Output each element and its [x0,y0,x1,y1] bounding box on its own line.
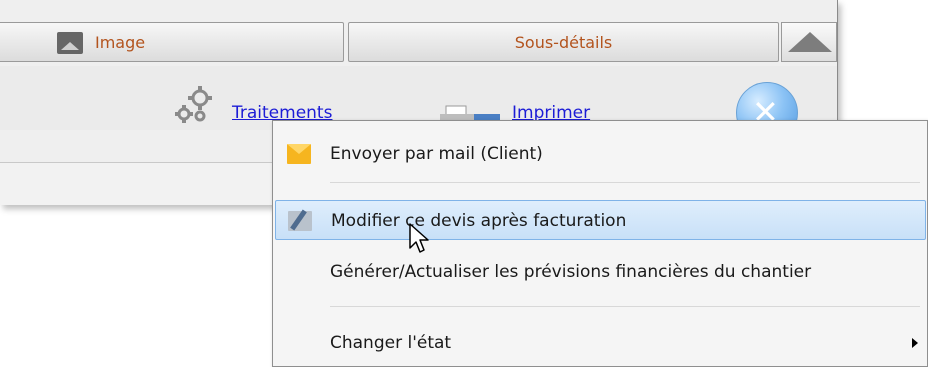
menu-item-label: Envoyer par mail (Client) [330,144,543,164]
tab-bar: Image Sous-détails [0,18,837,66]
scroll-up-button[interactable] [781,22,837,62]
menu-item-label: Modifier ce devis après facturation [331,211,627,231]
tab-sous-details-label: Sous-détails [514,32,613,52]
tab-image-label: Image [95,33,146,52]
submenu-arrow-icon [912,338,918,348]
menu-separator [330,182,920,183]
menu-item-label: Changer l'état [330,333,452,353]
gears-icon[interactable] [170,84,216,130]
menu-item-label: Générer/Actualiser les prévisions financ… [330,262,812,282]
edit-icon [288,211,312,231]
menu-item-generer-previsions[interactable]: Générer/Actualiser les prévisions financ… [275,252,926,292]
menu-item-envoyer-mail[interactable]: Envoyer par mail (Client) [275,134,926,174]
mouse-cursor-icon [409,223,429,253]
menu-separator [330,306,920,307]
tab-sous-details[interactable]: Sous-détails [348,22,779,62]
mail-icon [287,144,311,164]
context-menu: Envoyer par mail (Client) Modifier ce de… [272,120,928,367]
image-icon [57,32,83,54]
menu-item-modifier-devis[interactable]: Modifier ce devis après facturation [275,200,926,240]
menu-item-changer-etat[interactable]: Changer l'état [275,323,926,363]
tab-image[interactable]: Image [0,22,344,62]
